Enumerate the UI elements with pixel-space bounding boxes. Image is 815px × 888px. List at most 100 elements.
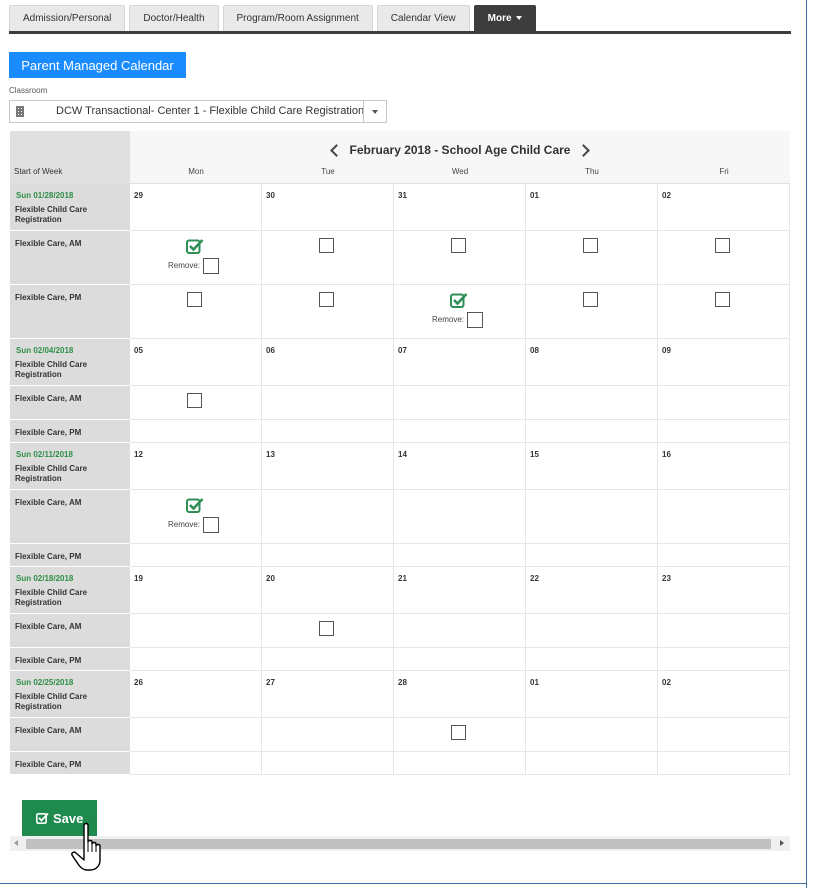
day-number: 15 (530, 450, 539, 459)
session-cell (658, 231, 790, 285)
horizontal-scrollbar[interactable] (10, 836, 790, 851)
tab-admission-personal[interactable]: Admission/Personal (9, 5, 126, 31)
remove-checkbox[interactable] (203, 517, 219, 533)
session-cell (658, 614, 790, 648)
day-cell: 07 (394, 339, 526, 386)
session-row: Flexible Care, AM (10, 614, 790, 648)
session-cell (394, 648, 526, 671)
remove-label: Remove: (168, 520, 201, 529)
tab-more-dropdown[interactable]: More (473, 5, 536, 31)
day-number: 02 (662, 678, 671, 687)
day-number: 29 (134, 191, 143, 200)
day-cell: 28 (394, 671, 526, 718)
day-cell: 12 (130, 443, 262, 490)
day-number: 22 (530, 574, 539, 583)
day-cell: 21 (394, 567, 526, 614)
enroll-checkbox[interactable] (451, 725, 466, 740)
session-label: Flexible Care, AM (15, 239, 82, 248)
remove-label: Remove: (432, 315, 465, 324)
scroll-right-arrow-icon[interactable] (780, 840, 784, 846)
parent-managed-calendar-button[interactable]: Parent Managed Calendar (9, 52, 186, 78)
day-number: 13 (266, 450, 275, 459)
day-number: 31 (398, 191, 407, 200)
prev-month-icon[interactable] (329, 144, 343, 158)
day-cell: 13 (262, 443, 394, 490)
day-cell: 14 (394, 443, 526, 490)
session-cell: Remove: (130, 231, 262, 285)
tab-more-label: More (487, 13, 512, 24)
session-row: Flexible Care, PM (10, 648, 790, 671)
remove-checkbox[interactable] (467, 312, 483, 328)
session-label-cell: Flexible Care, AM (10, 614, 130, 648)
week-start-cell: Sun 02/04/2018 Flexible Child Care Regist… (10, 339, 130, 386)
scrollbar-thumb[interactable] (26, 839, 771, 849)
session-cell (394, 420, 526, 443)
enroll-checkbox[interactable] (583, 292, 598, 307)
enroll-checkbox[interactable] (187, 292, 202, 307)
classroom-selected-value: DCW Transactional- Center 1 - Flexible C… (56, 105, 365, 117)
day-header-fri: Fri (719, 167, 729, 176)
next-month-icon[interactable] (577, 144, 591, 158)
tab-doctor-health[interactable]: Doctor/Health (129, 5, 219, 31)
window-border-bottom (0, 883, 807, 884)
session-cell: Remove: (130, 490, 262, 544)
day-number: 19 (134, 574, 143, 583)
week-start-cell: Sun 02/18/2018 Flexible Child Care Regist… (10, 567, 130, 614)
session-row: Flexible Care, AM Remove: (10, 231, 790, 285)
session-cell (526, 231, 658, 285)
session-cell (262, 490, 394, 544)
session-label-cell: Flexible Care, PM (10, 420, 130, 443)
session-label: Flexible Care, PM (15, 552, 82, 561)
day-number: 26 (134, 678, 143, 687)
building-icon (16, 106, 24, 117)
day-number: 01 (530, 191, 539, 200)
day-header-wed: Wed (451, 167, 469, 176)
session-cell (130, 614, 262, 648)
day-cell: 15 (526, 443, 658, 490)
session-cell (262, 614, 394, 648)
remove-checkbox[interactable] (203, 258, 219, 274)
session-cell (130, 386, 262, 420)
calendar-header: February 2018 - School Age Child Care Mo… (130, 131, 790, 184)
week-registration-label: Flexible Child Care Registration (15, 360, 88, 379)
enroll-checkbox[interactable] (319, 621, 334, 636)
session-cell (262, 285, 394, 339)
checked-checkbox-icon[interactable] (450, 292, 468, 308)
day-cell: 22 (526, 567, 658, 614)
day-number: 16 (662, 450, 671, 459)
enroll-checkbox[interactable] (715, 292, 730, 307)
week-start-cell: Sun 02/11/2018 Flexible Child Care Regist… (10, 443, 130, 490)
enroll-checkbox[interactable] (715, 238, 730, 253)
enroll-checkbox[interactable] (451, 238, 466, 253)
enroll-checkbox[interactable] (319, 238, 334, 253)
enroll-checkbox[interactable] (319, 292, 334, 307)
checked-checkbox-icon[interactable] (186, 238, 204, 254)
calendar-title: February 2018 - School Age Child Care (349, 143, 571, 157)
week-start-date: Sun 02/11/2018 (16, 450, 73, 459)
day-number: 02 (662, 191, 671, 200)
session-cell (658, 648, 790, 671)
tab-calendar-view[interactable]: Calendar View (376, 5, 470, 31)
enroll-checkbox[interactable] (583, 238, 598, 253)
week-row: Sun 01/28/2018 Flexible Child Care Regist… (10, 184, 790, 231)
session-row: Flexible Care, PM (10, 420, 790, 443)
session-label: Flexible Care, PM (15, 760, 82, 769)
classroom-select[interactable]: DCW Transactional- Center 1 - Flexible C… (9, 100, 387, 123)
session-label: Flexible Care, PM (15, 428, 82, 437)
checked-checkbox-icon[interactable] (186, 497, 204, 513)
day-cell: 19 (130, 567, 262, 614)
session-cell (526, 648, 658, 671)
session-label-cell: Flexible Care, AM (10, 490, 130, 544)
week-registration-label: Flexible Child Care Registration (15, 464, 88, 483)
week-start-date: Sun 02/04/2018 (16, 346, 74, 355)
week-start-date: Sun 02/25/2018 (16, 678, 74, 687)
day-cell: 02 (658, 184, 790, 231)
tab-program-room-assignment[interactable]: Program/Room Assignment (222, 5, 373, 31)
week-row: Sun 02/11/2018 Flexible Child Care Regist… (10, 443, 790, 490)
enroll-checkbox[interactable] (187, 393, 202, 408)
session-cell (262, 752, 394, 775)
scroll-left-arrow-icon[interactable] (14, 840, 18, 846)
start-of-week-header: Start of Week (14, 167, 63, 176)
day-cell: 27 (262, 671, 394, 718)
dropdown-arrow-icon[interactable] (363, 101, 386, 122)
